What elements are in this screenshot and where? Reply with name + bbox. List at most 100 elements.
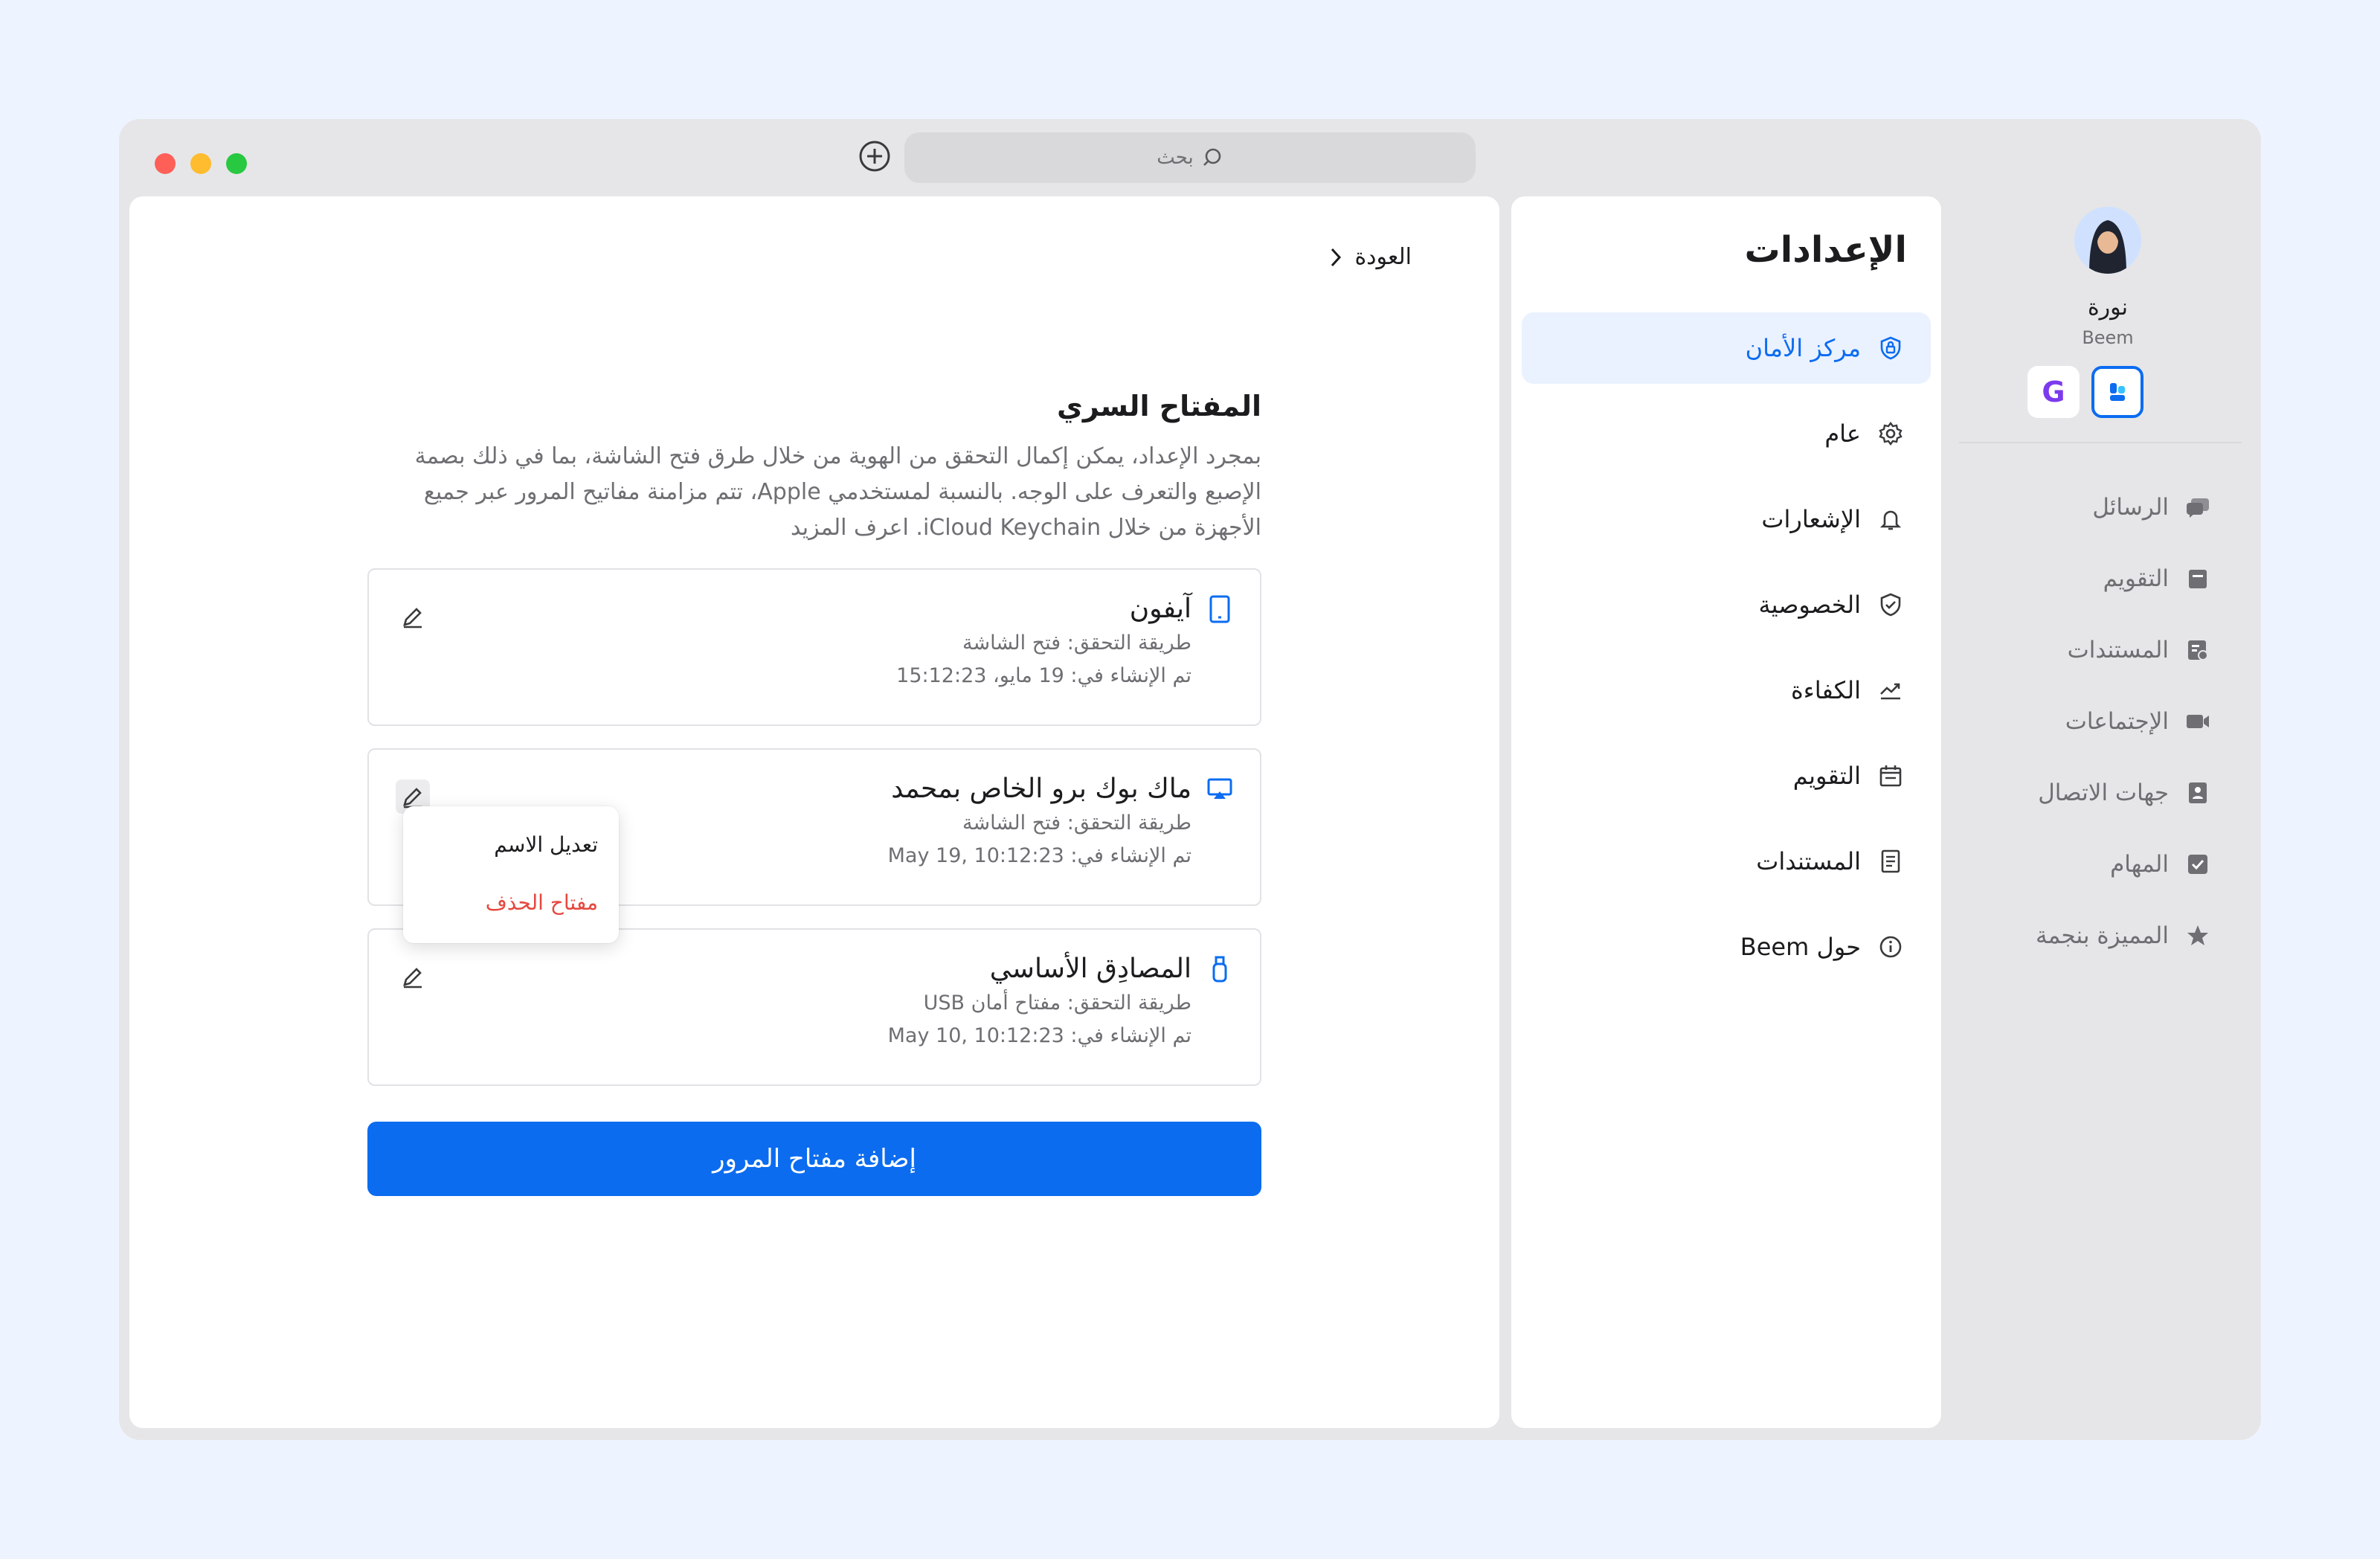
settings-item-label: مركز الأمان — [1745, 334, 1861, 362]
calendar-icon — [1877, 762, 1904, 789]
settings-title: الإعدادات — [1744, 229, 1907, 271]
close-window-button[interactable] — [155, 153, 176, 174]
page-title: المفتاح السري — [1057, 390, 1261, 422]
rail-divider — [1959, 442, 2242, 443]
rail-item-label: الإجتماعات — [2065, 708, 2169, 735]
minimize-window-button[interactable] — [190, 153, 211, 174]
created-value: May 10, 10:12:23 — [887, 1024, 1064, 1047]
shield-lock-icon — [1877, 335, 1904, 361]
passkey-card-usb: المصادِق الأساسي طريقة التحقق: مفتاح أما… — [367, 928, 1261, 1086]
new-tab-button[interactable] — [858, 140, 891, 173]
created-value: May 19, 10:12:23 — [887, 844, 1064, 867]
delete-key-menu-item[interactable]: مفتاح الحذف — [424, 885, 598, 943]
passkey-card-macbook: ماك بوك برو الخاص بمحمد طريقة التحقق: فت… — [367, 748, 1261, 943]
rail-item-label: الرسائل — [2092, 494, 2169, 521]
documents-icon — [2185, 637, 2210, 663]
settings-item-about[interactable]: حول Beem — [1522, 911, 1931, 983]
avatar[interactable] — [2074, 207, 2141, 274]
settings-item-notifications[interactable]: الإشعارات — [1522, 483, 1931, 555]
edit-dropdown-menu: تعديل الاسم مفتاح الحذف — [403, 806, 619, 943]
user-name: نورة — [2087, 295, 2129, 321]
pencil-icon — [403, 608, 422, 629]
passkey-name: المصادِق الأساسي — [989, 954, 1191, 984]
laptop-icon — [1206, 774, 1233, 804]
method-label: طريقة التحقق: — [1067, 991, 1191, 1015]
main-panel: العودة المفتاح السري بمجرد الإعداد، يمكن… — [129, 196, 1499, 1428]
method-label: طريقة التحقق: — [1067, 811, 1191, 835]
info-icon — [1877, 933, 1904, 960]
page-description: بمجرد الإعداد، يمكن إكمال التحقق من الهو… — [414, 443, 1261, 541]
settings-item-label: حول Beem — [1740, 933, 1861, 961]
settings-item-label: الإشعارات — [1761, 505, 1861, 533]
created-label: تم الإنشاء في: — [1070, 844, 1191, 867]
settings-item-general[interactable]: عام — [1522, 398, 1931, 469]
app-rail: نورة Beem G الرسائل التقويم المستندات ال… — [1959, 196, 2242, 1428]
pencil-icon — [403, 968, 422, 989]
settings-item-label: المستندات — [1756, 847, 1861, 875]
shield-check-icon — [1877, 591, 1904, 618]
settings-item-security-center[interactable]: مركز الأمان — [1522, 312, 1931, 384]
method-value: فتح الشاشة — [962, 631, 1061, 655]
workspace-beem-icon[interactable] — [2091, 366, 2143, 418]
settings-panel: الإعدادات مركز الأمان عام الإشعارات الخص… — [1511, 196, 1941, 1428]
bell-icon — [1877, 506, 1904, 533]
workspace-g-icon[interactable]: G — [2027, 366, 2080, 418]
passkey-name: آيفون — [1129, 594, 1191, 624]
method-value: فتح الشاشة — [962, 811, 1061, 835]
passkey-name: ماك بوك برو الخاص بمحمد — [891, 774, 1191, 804]
settings-item-label: عام — [1824, 420, 1861, 448]
add-passkey-button[interactable]: إضافة مفتاح المرور — [367, 1122, 1261, 1196]
chevron-right-icon — [1331, 248, 1342, 266]
rail-item-label: التقويم — [2103, 565, 2169, 592]
method-value: مفتاح أمان USB — [923, 991, 1061, 1015]
edit-button[interactable] — [396, 959, 430, 994]
settings-item-efficiency[interactable]: الكفاءة — [1522, 655, 1931, 726]
phone-icon — [1206, 594, 1233, 624]
calendar-icon — [2185, 566, 2210, 591]
search-placeholder: بحث — [1157, 147, 1194, 169]
rail-item-label: جهات الاتصال — [2038, 780, 2169, 806]
settings-item-documents[interactable]: المستندات — [1522, 826, 1931, 897]
rail-item-meetings[interactable]: الإجتماعات — [2036, 686, 2210, 757]
rail-item-label: المستندات — [2067, 637, 2169, 663]
created-label: تم الإنشاء في: — [1070, 1024, 1191, 1047]
edit-button[interactable] — [396, 600, 430, 634]
search-input[interactable]: بحث — [904, 132, 1476, 183]
back-button[interactable]: العودة — [1328, 244, 1412, 270]
settings-item-label: الكفاءة — [1790, 676, 1861, 704]
pencil-icon — [403, 788, 422, 809]
rail-item-tasks[interactable]: المهام — [2036, 829, 2210, 900]
settings-item-label: الخصوصية — [1758, 591, 1861, 619]
rail-item-messages[interactable]: الرسائل — [2036, 472, 2210, 543]
back-label: العودة — [1354, 244, 1412, 270]
contacts-icon — [2185, 780, 2210, 806]
usb-key-icon — [1206, 954, 1233, 984]
settings-nav: مركز الأمان عام الإشعارات الخصوصية الكفا… — [1522, 312, 1931, 997]
video-icon — [2185, 709, 2210, 734]
trend-icon — [1877, 677, 1904, 704]
document-icon — [1877, 848, 1904, 875]
star-icon — [2185, 923, 2210, 948]
passkey-section: المفتاح السري بمجرد الإعداد، يمكن إكمال … — [367, 390, 1261, 1196]
messages-icon — [2185, 495, 2210, 520]
rename-menu-item[interactable]: تعديل الاسم — [424, 827, 598, 885]
created-value: 19 مايو، 15:12:23 — [896, 664, 1064, 687]
rail-item-calendar[interactable]: التقويم — [2036, 543, 2210, 614]
maximize-window-button[interactable] — [226, 153, 247, 174]
rail-item-contacts[interactable]: جهات الاتصال — [2036, 757, 2210, 829]
settings-item-label: التقويم — [1792, 762, 1861, 790]
plus-circle-icon — [859, 141, 890, 172]
app-window: بحث العودة المفتاح السري بمجرد الإعداد، … — [119, 119, 2261, 1440]
settings-item-privacy[interactable]: الخصوصية — [1522, 569, 1931, 640]
user-org: Beem — [2082, 327, 2134, 348]
gear-icon — [1877, 420, 1904, 447]
settings-item-calendar[interactable]: التقويم — [1522, 740, 1931, 811]
passkey-card-iphone: آيفون طريقة التحقق: فتح الشاشة تم الإنشا… — [367, 568, 1261, 726]
created-label: تم الإنشاء في: — [1070, 664, 1191, 687]
tasks-icon — [2185, 852, 2210, 877]
search-icon — [1201, 147, 1223, 169]
rail-nav: الرسائل التقويم المستندات الإجتماعات جها… — [2036, 472, 2210, 971]
method-label: طريقة التحقق: — [1067, 631, 1191, 655]
rail-item-starred[interactable]: المميزة بنجمة — [2036, 900, 2210, 971]
rail-item-documents[interactable]: المستندات — [2036, 614, 2210, 686]
